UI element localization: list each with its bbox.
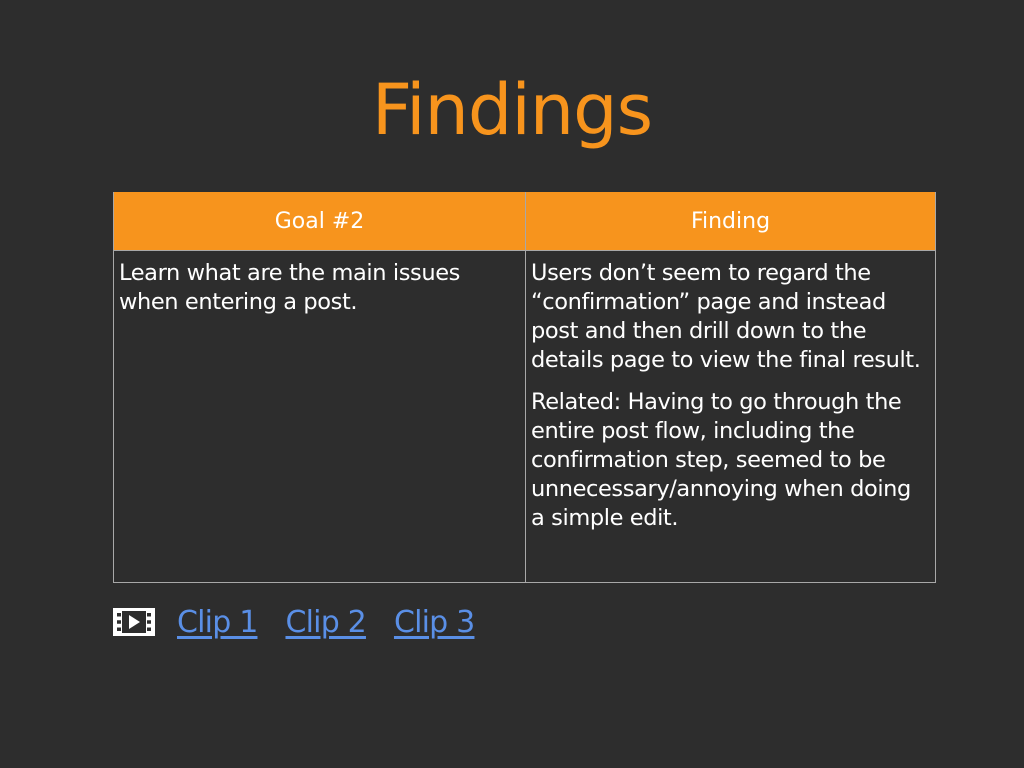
goal-cell: Learn what are the main issues when ente… bbox=[113, 250, 526, 583]
clip-1-link[interactable]: Clip 1 bbox=[177, 605, 258, 640]
table-header-row: Goal #2 Finding bbox=[113, 192, 936, 251]
clip-2-link[interactable]: Clip 2 bbox=[285, 605, 366, 640]
goal-text: Learn what are the main issues when ente… bbox=[119, 260, 460, 315]
finding-header: Finding bbox=[525, 192, 936, 251]
table-row: Learn what are the main issues when ente… bbox=[113, 250, 936, 583]
related-paragraph: Related: Having to go through the entire… bbox=[531, 389, 911, 531]
film-icon bbox=[113, 608, 155, 636]
slide-title: Findings bbox=[371, 69, 653, 151]
finding-paragraph: Users don’t seem to regard the “confirma… bbox=[531, 260, 921, 373]
clip-3-link[interactable]: Clip 3 bbox=[394, 605, 475, 640]
goal-header: Goal #2 bbox=[113, 192, 526, 251]
clip-links-bar: Clip 1 Clip 2 Clip 3 bbox=[113, 600, 502, 644]
findings-table: Goal #2 Finding Learn what are the main … bbox=[113, 192, 936, 583]
finding-cell: Users don’t seem to regard the “confirma… bbox=[525, 250, 936, 583]
